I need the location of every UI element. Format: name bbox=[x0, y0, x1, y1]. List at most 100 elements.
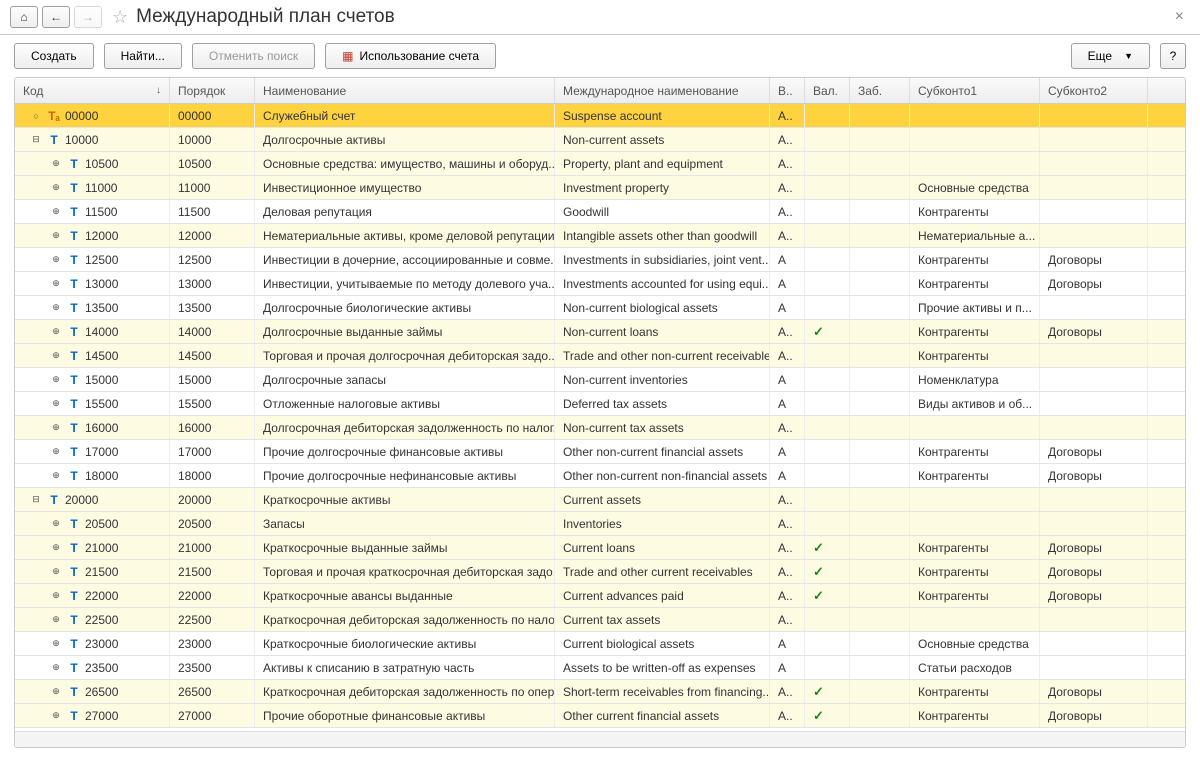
currency-flag bbox=[805, 104, 850, 127]
col-order[interactable]: Порядок bbox=[170, 78, 255, 103]
account-usage-button[interactable]: ▦ Использование счета bbox=[325, 43, 496, 69]
account-code: 14500 bbox=[85, 349, 118, 363]
tree-toggle-icon[interactable]: ⊕ bbox=[51, 350, 61, 361]
table-row[interactable]: ⊕T2350023500Активы к списанию в затратну… bbox=[15, 656, 1185, 680]
table-row[interactable]: ⊟T2000020000Краткосрочные активыCurrent … bbox=[15, 488, 1185, 512]
subconto2: Договоры bbox=[1040, 560, 1148, 583]
close-icon[interactable]: × bbox=[1169, 8, 1190, 26]
cancel-search-button[interactable]: Отменить поиск bbox=[192, 43, 315, 69]
account-code: 27000 bbox=[85, 709, 118, 723]
table-row[interactable]: ⊟T1000010000Долгосрочные активыNon-curre… bbox=[15, 128, 1185, 152]
table-row[interactable]: ⊕T1400014000Долгосрочные выданные займыN… bbox=[15, 320, 1185, 344]
table-row[interactable]: ⊕T1800018000Прочие долгосрочные нефинанс… bbox=[15, 464, 1185, 488]
tree-toggle-icon[interactable]: ⊕ bbox=[51, 518, 61, 529]
tree-toggle-icon[interactable]: ⊕ bbox=[51, 278, 61, 289]
tree-toggle-icon[interactable]: ⊕ bbox=[51, 182, 61, 193]
tree-toggle-icon[interactable]: ⊕ bbox=[51, 590, 61, 601]
account-code: 21000 bbox=[85, 541, 118, 555]
col-code[interactable]: Код↓ bbox=[15, 78, 170, 103]
tree-toggle-icon[interactable]: ⊕ bbox=[51, 470, 61, 481]
col-name[interactable]: Наименование bbox=[255, 78, 555, 103]
table-row[interactable]: ⊕T1700017000Прочие долгосрочные финансов… bbox=[15, 440, 1185, 464]
tree-toggle-icon[interactable]: ⊕ bbox=[51, 206, 61, 217]
table-row[interactable]: ⊕T2050020500ЗапасыInventoriesА.. bbox=[15, 512, 1185, 536]
offbalance-flag bbox=[850, 224, 910, 247]
tree-toggle-icon[interactable]: ⊕ bbox=[51, 542, 61, 553]
account-code: 17000 bbox=[85, 445, 118, 459]
table-row[interactable]: ⊕T1100011000Инвестиционное имуществоInve… bbox=[15, 176, 1185, 200]
tree-toggle-icon[interactable]: ⊕ bbox=[51, 638, 61, 649]
tree-toggle-icon[interactable]: ⊕ bbox=[51, 710, 61, 721]
account-order: 11500 bbox=[170, 200, 255, 223]
account-type-icon: T bbox=[67, 469, 81, 483]
tree-toggle-icon[interactable]: ⊕ bbox=[51, 230, 61, 241]
grid-body[interactable]: ○Тₐ0000000000Служебный счетSuspense acco… bbox=[15, 104, 1185, 731]
col-subconto2[interactable]: Субконто2 bbox=[1040, 78, 1148, 103]
more-button[interactable]: Еще ▼ bbox=[1071, 43, 1150, 69]
tree-toggle-icon[interactable]: ⊕ bbox=[51, 662, 61, 673]
table-row[interactable]: ⊕T1250012500Инвестиции в дочерние, ассоц… bbox=[15, 248, 1185, 272]
favorite-star-icon[interactable]: ☆ bbox=[112, 7, 128, 28]
table-row[interactable]: ⊕T2100021000Краткосрочные выданные займы… bbox=[15, 536, 1185, 560]
tree-toggle-icon[interactable]: ⊕ bbox=[51, 302, 61, 313]
help-button[interactable]: ? bbox=[1160, 43, 1186, 69]
col-intl[interactable]: Международное наименование bbox=[555, 78, 770, 103]
account-name: Долгосрочные выданные займы bbox=[255, 320, 555, 343]
home-button[interactable]: ⌂ bbox=[10, 6, 38, 28]
subconto2 bbox=[1040, 152, 1148, 175]
forward-button[interactable]: → bbox=[74, 6, 102, 28]
currency-flag bbox=[805, 344, 850, 367]
account-type-icon: T bbox=[67, 277, 81, 291]
tree-toggle-icon[interactable]: ⊕ bbox=[51, 686, 61, 697]
create-button[interactable]: Создать bbox=[14, 43, 94, 69]
account-intl-name: Non-current assets bbox=[555, 128, 770, 151]
account-code: 15500 bbox=[85, 397, 118, 411]
table-row[interactable]: ⊕T2300023000Краткосрочные биологические … bbox=[15, 632, 1185, 656]
table-row[interactable]: ⊕T1450014500Торговая и прочая долгосрочн… bbox=[15, 344, 1185, 368]
col-subconto1[interactable]: Субконто1 bbox=[910, 78, 1040, 103]
tree-toggle-icon[interactable]: ⊕ bbox=[51, 614, 61, 625]
currency-flag bbox=[805, 488, 850, 511]
table-row[interactable]: ⊕T1600016000Долгосрочная дебиторская зад… bbox=[15, 416, 1185, 440]
subconto2 bbox=[1040, 632, 1148, 655]
table-row[interactable]: ⊕T2700027000Прочие оборотные финансовые … bbox=[15, 704, 1185, 728]
table-row[interactable]: ⊕T1150011500Деловая репутацияGoodwillА..… bbox=[15, 200, 1185, 224]
table-row[interactable]: ⊕T1200012000Нематериальные активы, кроме… bbox=[15, 224, 1185, 248]
table-row[interactable]: ⊕T2200022000Краткосрочные авансы выданны… bbox=[15, 584, 1185, 608]
tree-toggle-icon[interactable]: ⊕ bbox=[51, 158, 61, 169]
horizontal-scrollbar[interactable] bbox=[15, 731, 1185, 747]
offbalance-flag bbox=[850, 344, 910, 367]
account-type: А.. bbox=[770, 104, 805, 127]
find-button[interactable]: Найти... bbox=[104, 43, 182, 69]
table-row[interactable]: ⊕T2150021500Торговая и прочая краткосроч… bbox=[15, 560, 1185, 584]
table-row[interactable]: ⊕T1500015000Долгосрочные запасыNon-curre… bbox=[15, 368, 1185, 392]
tree-toggle-icon[interactable]: ⊕ bbox=[51, 566, 61, 577]
col-currency[interactable]: Вал. bbox=[805, 78, 850, 103]
tree-toggle-icon[interactable]: ○ bbox=[31, 111, 41, 121]
col-offbalance[interactable]: Заб. bbox=[850, 78, 910, 103]
account-name: Краткосрочные выданные займы bbox=[255, 536, 555, 559]
tree-toggle-icon[interactable]: ⊟ bbox=[31, 134, 41, 145]
tree-toggle-icon[interactable]: ⊕ bbox=[51, 422, 61, 433]
subconto1: Прочие активы и п... bbox=[910, 296, 1040, 319]
subconto2: Договоры bbox=[1040, 584, 1148, 607]
account-code: 10500 bbox=[85, 157, 118, 171]
table-row[interactable]: ⊕T2250022500Краткосрочная дебиторская за… bbox=[15, 608, 1185, 632]
table-row[interactable]: ⊕T1300013000Инвестиции, учитываемые по м… bbox=[15, 272, 1185, 296]
col-type[interactable]: В.. bbox=[770, 78, 805, 103]
table-row[interactable]: ⊕T1550015500Отложенные налоговые активыD… bbox=[15, 392, 1185, 416]
table-row[interactable]: ○Тₐ0000000000Служебный счетSuspense acco… bbox=[15, 104, 1185, 128]
table-row[interactable]: ⊕T1050010500Основные средства: имущество… bbox=[15, 152, 1185, 176]
tree-toggle-icon[interactable]: ⊕ bbox=[51, 398, 61, 409]
tree-toggle-icon[interactable]: ⊕ bbox=[51, 446, 61, 457]
account-type-icon: T bbox=[67, 325, 81, 339]
subconto1: Статьи расходов bbox=[910, 656, 1040, 679]
table-row[interactable]: ⊕T2650026500Краткосрочная дебиторская за… bbox=[15, 680, 1185, 704]
tree-toggle-icon[interactable]: ⊟ bbox=[31, 494, 41, 505]
back-button[interactable]: ← bbox=[42, 6, 70, 28]
tree-toggle-icon[interactable]: ⊕ bbox=[51, 326, 61, 337]
offbalance-flag bbox=[850, 656, 910, 679]
tree-toggle-icon[interactable]: ⊕ bbox=[51, 374, 61, 385]
table-row[interactable]: ⊕T1350013500Долгосрочные биологические а… bbox=[15, 296, 1185, 320]
tree-toggle-icon[interactable]: ⊕ bbox=[51, 254, 61, 265]
